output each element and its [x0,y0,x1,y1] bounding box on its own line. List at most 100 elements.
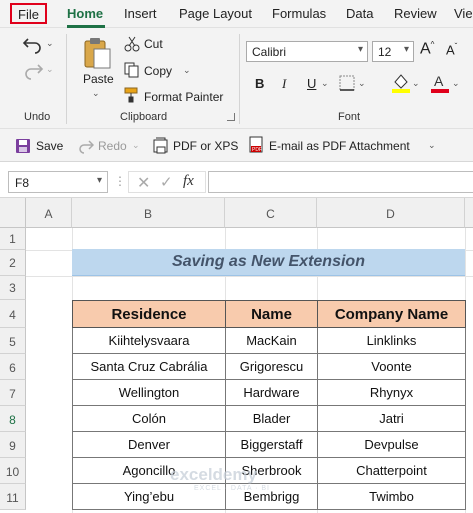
column-header-a[interactable]: A [26,198,72,228]
name-box-value: F8 [15,176,30,190]
cell-name[interactable]: MacKain [225,327,318,354]
underline-button[interactable]: U [307,76,316,91]
redo-icon[interactable] [78,138,94,154]
header-residence[interactable]: Residence [72,300,226,328]
header-name[interactable]: Name [225,300,318,328]
cell-residence[interactable]: Santa Cruz Cabrália [72,353,226,380]
pdf-or-xps-button[interactable]: PDF or XPS [173,139,238,153]
redo-icon[interactable] [22,60,44,80]
tab-home[interactable]: Home [67,6,103,21]
paste-icon[interactable] [82,36,112,70]
publish-pdf-icon[interactable] [152,137,170,155]
cell-company[interactable]: Twimbo [317,483,466,510]
header-company-name[interactable]: Company Name [317,300,466,328]
cell-residence[interactable]: Colón [72,405,226,432]
tab-file[interactable]: File [10,3,47,24]
copy-label[interactable]: Copy [144,64,172,78]
cell-company[interactable]: Jatri [317,405,466,432]
redo-button[interactable]: Redo [98,139,127,153]
sheet-title[interactable]: Saving as New Extension [72,249,465,276]
format-painter-label[interactable]: Format Painter [144,90,223,104]
tab-page-layout[interactable]: Page Layout [179,6,252,21]
row-header-8[interactable]: 8 [0,406,26,432]
column-header-e[interactable] [465,198,473,228]
table-row: Kiihtelysvaara MacKain Linklinks [72,327,466,354]
format-painter-icon[interactable] [124,87,140,103]
name-box[interactable]: F8 ▾ [8,171,108,193]
fill-color-dropdown-icon[interactable]: ⌄ [412,78,420,89]
email-pdf-icon[interactable]: PDF [248,136,266,156]
cell-residence[interactable]: Denver [72,431,226,458]
bold-button[interactable]: B [255,76,264,91]
fill-color-icon[interactable] [391,72,411,94]
row-header-11[interactable]: 11 [0,484,26,510]
cell-residence[interactable]: Kiihtelysvaara [72,327,226,354]
row-header-7[interactable]: 7 [0,380,26,406]
cell-company[interactable]: Voonte [317,353,466,380]
cut-label[interactable]: Cut [144,37,163,51]
table-header-row: Residence Name Company Name [72,300,466,328]
cell-company[interactable]: Linklinks [317,327,466,354]
save-icon[interactable] [15,138,31,154]
select-all-corner[interactable] [0,198,26,228]
cell-company[interactable]: Chatterpoint [317,457,466,484]
tab-insert[interactable]: Insert [124,6,157,21]
undo-icon[interactable] [22,34,44,54]
tab-view[interactable]: Vie [454,6,473,21]
redo-dropdown-icon[interactable]: ⌄ [46,64,54,75]
enter-icon[interactable]: ✓ [160,173,173,191]
row-header-9[interactable]: 9 [0,432,26,458]
resize-handle-icon[interactable]: ⋮ [114,174,126,188]
cell-company[interactable]: Rhynyx [317,379,466,406]
row-header-1[interactable]: 1 [0,228,26,250]
italic-button[interactable]: I [282,76,286,92]
font-name-select[interactable]: Calibri ▾ [246,41,368,62]
column-header-c[interactable]: C [225,198,317,228]
customize-qat-icon[interactable]: ⌄ [428,140,436,151]
decrease-font-size-icon[interactable]: Aˇ [446,42,457,57]
email-as-pdf-button[interactable]: E-mail as PDF Attachment [269,139,410,153]
font-name-value: Calibri [252,45,287,59]
tab-review[interactable]: Review [394,6,437,21]
row-header-2[interactable]: 2 [0,250,26,276]
cell-name[interactable]: Blader [225,405,318,432]
chevron-down-icon: ▾ [403,44,409,55]
font-size-select[interactable]: 12 ▾ [372,41,414,62]
insert-function-icon[interactable]: fx [183,173,194,190]
tab-formulas[interactable]: Formulas [272,6,326,21]
column-header-d[interactable]: D [317,198,465,228]
cut-icon[interactable] [124,36,140,52]
cancel-icon[interactable]: ✕ [137,173,150,193]
column-header-b[interactable]: B [72,198,225,228]
increase-font-size-icon[interactable]: A^ [420,40,434,58]
paste-label[interactable]: Paste [83,72,114,86]
cell-name[interactable]: Biggerstaff [225,431,318,458]
row-header-4[interactable]: 4 [0,300,26,328]
ribbon-tab-bar: File Home Insert Page Layout Formulas Da… [0,0,473,28]
cell-residence[interactable]: Wellington [72,379,226,406]
underline-dropdown-icon[interactable]: ⌄ [321,78,329,89]
paste-dropdown-icon[interactable]: ⌄ [92,88,100,99]
row-header-6[interactable]: 6 [0,354,26,380]
cell-name[interactable]: Grigorescu [225,353,318,380]
formula-bar: F8 ▾ ⋮ ✕ ✓ fx [0,162,473,198]
font-color-icon[interactable]: A [430,72,450,94]
clipboard-launcher-icon[interactable] [227,113,235,121]
cell-company[interactable]: Devpulse [317,431,466,458]
borders-icon[interactable] [338,74,356,92]
save-button[interactable]: Save [36,139,63,153]
row-header-5[interactable]: 5 [0,328,26,354]
borders-dropdown-icon[interactable]: ⌄ [358,78,366,89]
copy-dropdown-icon[interactable]: ⌄ [183,65,191,76]
tab-data[interactable]: Data [346,6,373,21]
row-header-3[interactable]: 3 [0,276,26,300]
table-row: Santa Cruz Cabrália Grigorescu Voonte [72,353,466,380]
cell-name[interactable]: Hardware [225,379,318,406]
font-color-dropdown-icon[interactable]: ⌄ [452,78,460,89]
undo-dropdown-icon[interactable]: ⌄ [46,38,54,49]
copy-icon[interactable] [124,62,140,78]
chevron-down-icon: ▾ [96,175,102,186]
row-header-10[interactable]: 10 [0,458,26,484]
formula-input[interactable] [208,171,473,193]
redo-dropdown-icon[interactable]: ⌄ [132,140,140,151]
